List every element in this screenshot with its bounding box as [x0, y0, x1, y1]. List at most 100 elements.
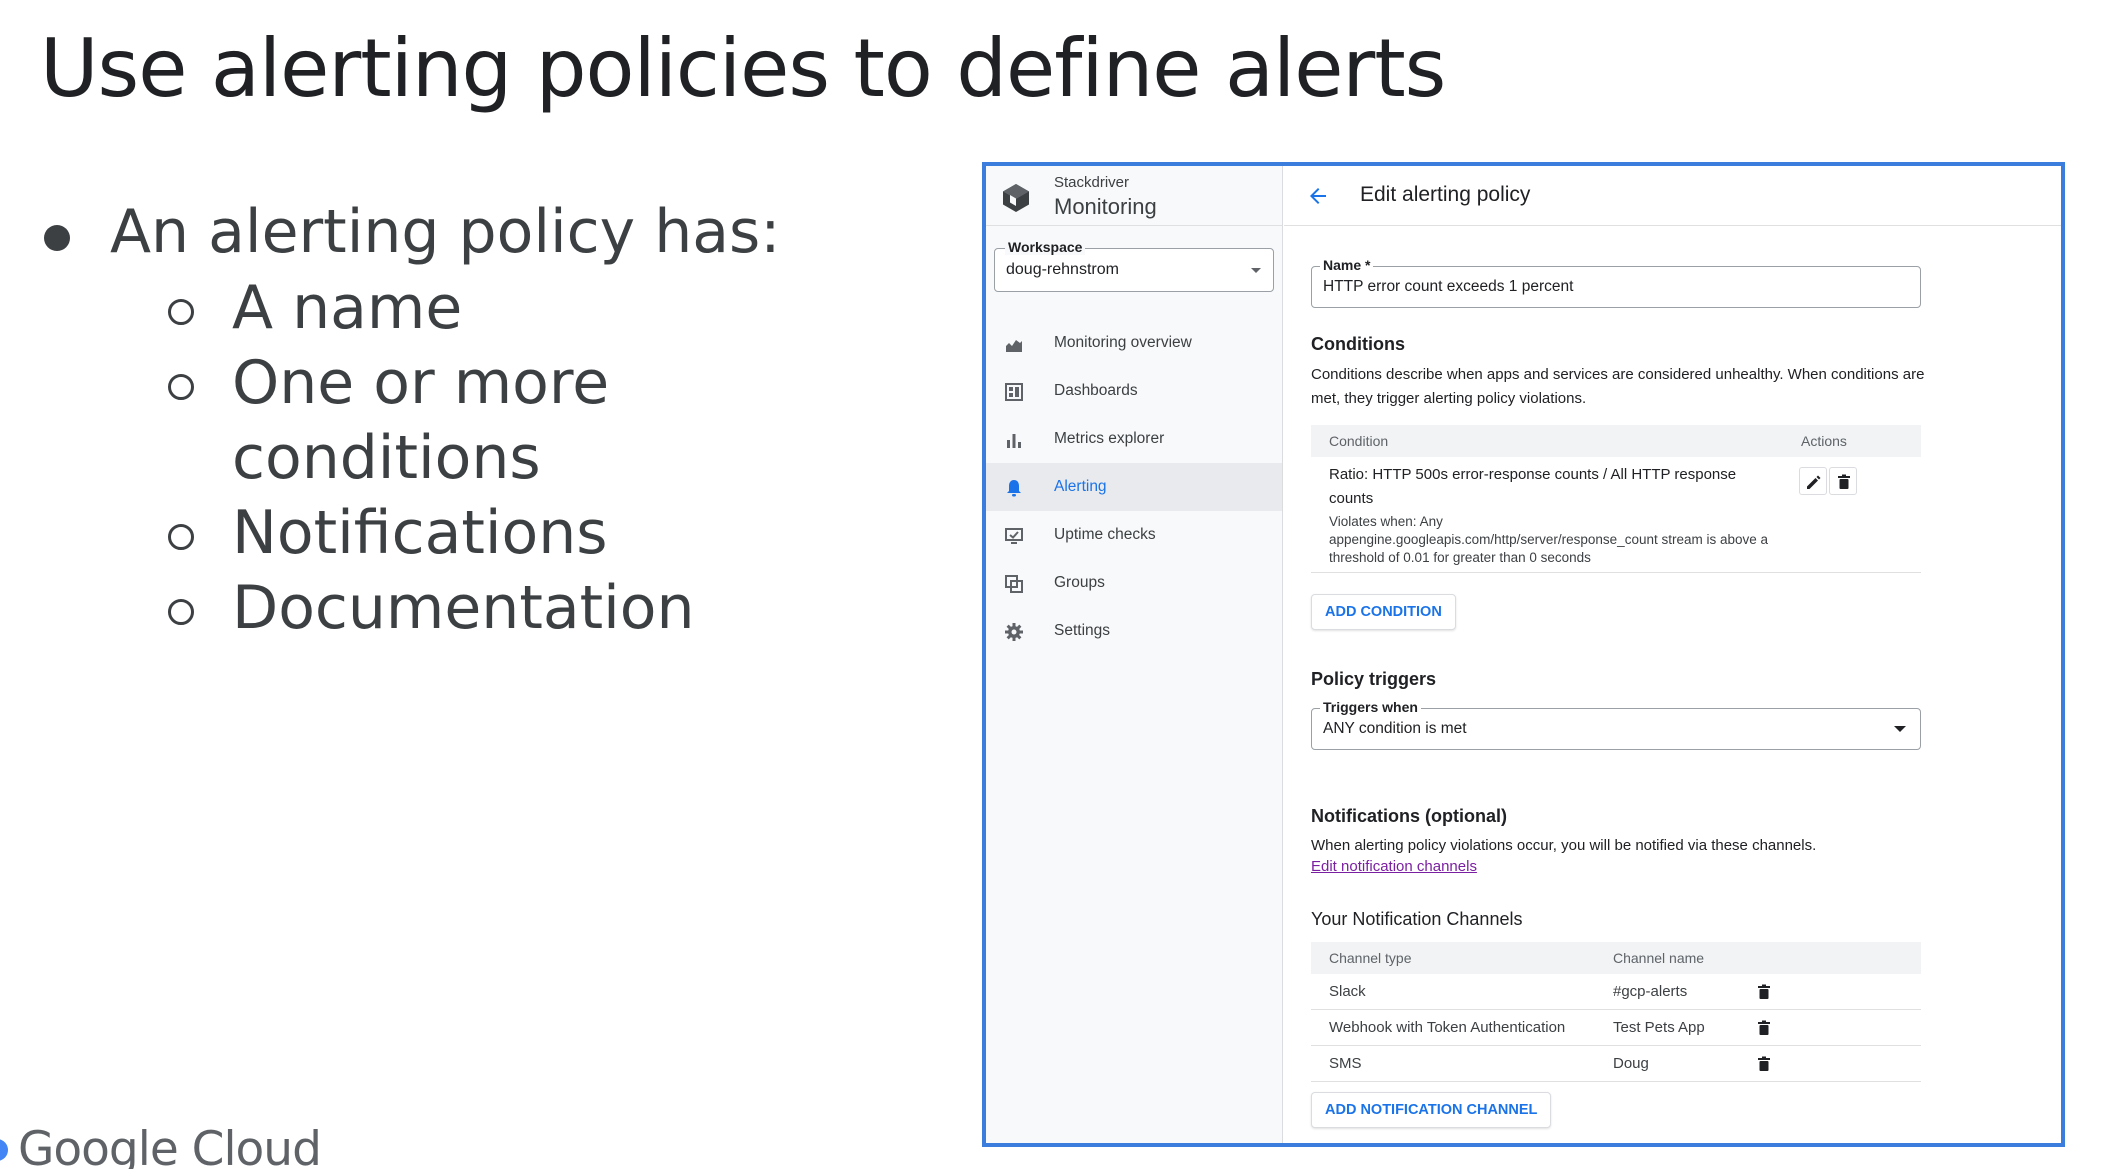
bullet-main: An alerting policy has: [40, 195, 781, 269]
monitoring-screenshot: Stackdriver Monitoring Workspace doug-re… [982, 162, 2065, 1147]
table-row: Ratio: HTTP 500s error-response counts /… [1311, 457, 1921, 573]
brand-small: Stackdriver [1054, 174, 1130, 191]
sidebar-item-label: Alerting [1054, 478, 1107, 495]
sub-bullet-list: A name One or more conditions Notificati… [40, 271, 781, 646]
bullet-ring-icon [168, 524, 194, 550]
condition-title: Ratio: HTTP 500s error-response counts /… [1329, 466, 1737, 507]
page-header: Edit alerting policy [1284, 166, 2061, 226]
sub-bullet-item: Documentation [40, 571, 781, 646]
condition-detail: Violates when: Any appengine.googleapis.… [1329, 514, 1769, 565]
conditions-table: Condition Actions Ratio: HTTP 500s error… [1311, 425, 1921, 573]
bell-icon [1007, 480, 1021, 497]
workspace-value: doug-rehnstrom [1006, 261, 1119, 278]
sidebar-item-label: Metrics explorer [1054, 430, 1165, 447]
trash-icon[interactable] [1755, 1019, 1773, 1037]
bullet-main-text: An alerting policy has: [110, 197, 781, 267]
table-row: SMS Doug [1311, 1046, 1921, 1082]
condition-column-header: Condition [1329, 433, 1389, 449]
sub-bullet-text: One or more [232, 348, 610, 418]
sidebar-item-label: Uptime checks [1054, 526, 1156, 543]
notifications-description: When alerting policy violations occur, y… [1311, 837, 1817, 854]
bullet-ring-icon [168, 299, 194, 325]
sub-bullet-item: A name [40, 271, 781, 346]
conditions-heading: Conditions [1311, 334, 1405, 354]
edit-condition-button[interactable] [1799, 467, 1827, 495]
chevron-down-icon [1251, 268, 1261, 273]
sidebar-item-uptime-checks[interactable]: Uptime checks [986, 511, 1282, 559]
pencil-icon [1807, 475, 1821, 489]
conditions-description: Conditions describe when apps and servic… [1311, 366, 1925, 407]
add-condition-button[interactable]: ADD CONDITION [1311, 594, 1456, 630]
uptime-checks-icon [1005, 528, 1023, 544]
sidebar-item-dashboards[interactable]: Dashboards [986, 367, 1282, 415]
table-row: Slack #gcp-alerts [1311, 974, 1921, 1010]
channel-type-column-header: Channel type [1329, 950, 1412, 966]
sidebar-item-groups[interactable]: Groups [986, 559, 1282, 607]
channel-type: Slack [1329, 983, 1366, 1000]
channel-type: SMS [1329, 1055, 1362, 1072]
conditions-table-header: Condition Actions [1311, 425, 1921, 457]
triggers-when-value: ANY condition is met [1323, 720, 1467, 737]
table-row: Webhook with Token Authentication Test P… [1311, 1010, 1921, 1046]
sub-bullet-item-continued: conditions [40, 421, 781, 496]
slide-title: Use alerting policies to define alerts [40, 22, 1446, 115]
policy-triggers-heading: Policy triggers [1311, 669, 1437, 689]
google-cloud-logo: Google Cloud [0, 1122, 322, 1169]
monitoring-overview-icon [1006, 340, 1022, 352]
bullet-ring-icon [168, 374, 194, 400]
sidebar-item-settings[interactable]: Settings [986, 607, 1282, 655]
sub-bullet-item: One or more [40, 346, 781, 421]
trash-icon [1838, 474, 1850, 489]
sidebar-item-label: Monitoring overview [1054, 334, 1192, 351]
channel-type: Webhook with Token Authentication [1329, 1019, 1566, 1036]
sidebar-item-alerting[interactable]: Alerting [986, 463, 1282, 511]
bullet-dot-icon [44, 225, 70, 251]
dashboards-icon [1005, 383, 1023, 401]
triggers-when-label: Triggers when [1320, 699, 1421, 715]
notifications-heading: Notifications (optional) [1311, 806, 1507, 826]
sidebar-item-label: Dashboards [1054, 382, 1138, 399]
sub-bullet-item: Notifications [40, 496, 781, 571]
channels-table-header: Channel type Channel name [1311, 942, 1921, 974]
trash-icon[interactable] [1755, 983, 1773, 1001]
sidebar-item-label: Settings [1054, 622, 1111, 639]
sidebar-nav: Monitoring overview Dashboards Metrics e… [986, 319, 1282, 655]
sub-bullet-text: Documentation [232, 573, 695, 643]
sidebar-item-metrics-explorer[interactable]: Metrics explorer [986, 415, 1282, 463]
sidebar-item-label: Groups [1054, 574, 1105, 591]
workspace-label: Workspace [1005, 239, 1086, 255]
add-notification-channel-button[interactable]: ADD NOTIFICATION CHANNEL [1311, 1092, 1552, 1128]
triggers-when-select[interactable]: Triggers when ANY condition is met [1311, 699, 1921, 750]
bullet-ring-icon [168, 599, 194, 625]
notification-channels-heading: Your Notification Channels [1311, 909, 1523, 929]
brand-name: Monitoring [1054, 194, 1157, 219]
chevron-down-icon [1894, 726, 1906, 732]
groups-icon [1005, 575, 1023, 593]
google-cloud-logo-icon [0, 1138, 8, 1161]
main-panel: Edit alerting policy Name * HTTP error c… [1284, 166, 2061, 1143]
workspace-select[interactable]: Workspace doug-rehnstrom [994, 239, 1274, 292]
channel-name: #gcp-alerts [1613, 983, 1688, 1000]
google-cloud-logo-text: Google Cloud [18, 1122, 322, 1169]
notification-channels-table: Channel type Channel name Slack #gcp-ale… [1311, 942, 1921, 1082]
trash-icon[interactable] [1755, 1055, 1773, 1073]
sub-bullet-text: A name [232, 273, 463, 343]
actions-column-header: Actions [1801, 433, 1847, 449]
metrics-explorer-icon [1007, 434, 1021, 448]
sidebar-item-monitoring-overview[interactable]: Monitoring overview [986, 319, 1282, 367]
page-title: Edit alerting policy [1360, 183, 1531, 206]
delete-condition-button[interactable] [1829, 467, 1857, 495]
back-arrow-icon[interactable] [1306, 184, 1330, 208]
channel-name: Doug [1613, 1055, 1649, 1072]
brand-header: Stackdriver Monitoring [986, 166, 1282, 226]
stackdriver-logo-icon [1003, 184, 1029, 212]
policy-name-value: HTTP error count exceeds 1 percent [1323, 278, 1574, 295]
channel-name-column-header: Channel name [1613, 950, 1705, 966]
sub-bullet-text: Notifications [232, 498, 608, 568]
channel-name: Test Pets App [1613, 1019, 1705, 1036]
sub-bullet-text: conditions [232, 423, 541, 493]
policy-name-label: Name * [1320, 257, 1374, 273]
bullet-list: An alerting policy has: A name One or mo… [40, 195, 781, 646]
policy-name-field[interactable]: Name * HTTP error count exceeds 1 percen… [1311, 257, 1921, 308]
edit-notification-channels-link[interactable]: Edit notification channels [1311, 858, 1477, 875]
